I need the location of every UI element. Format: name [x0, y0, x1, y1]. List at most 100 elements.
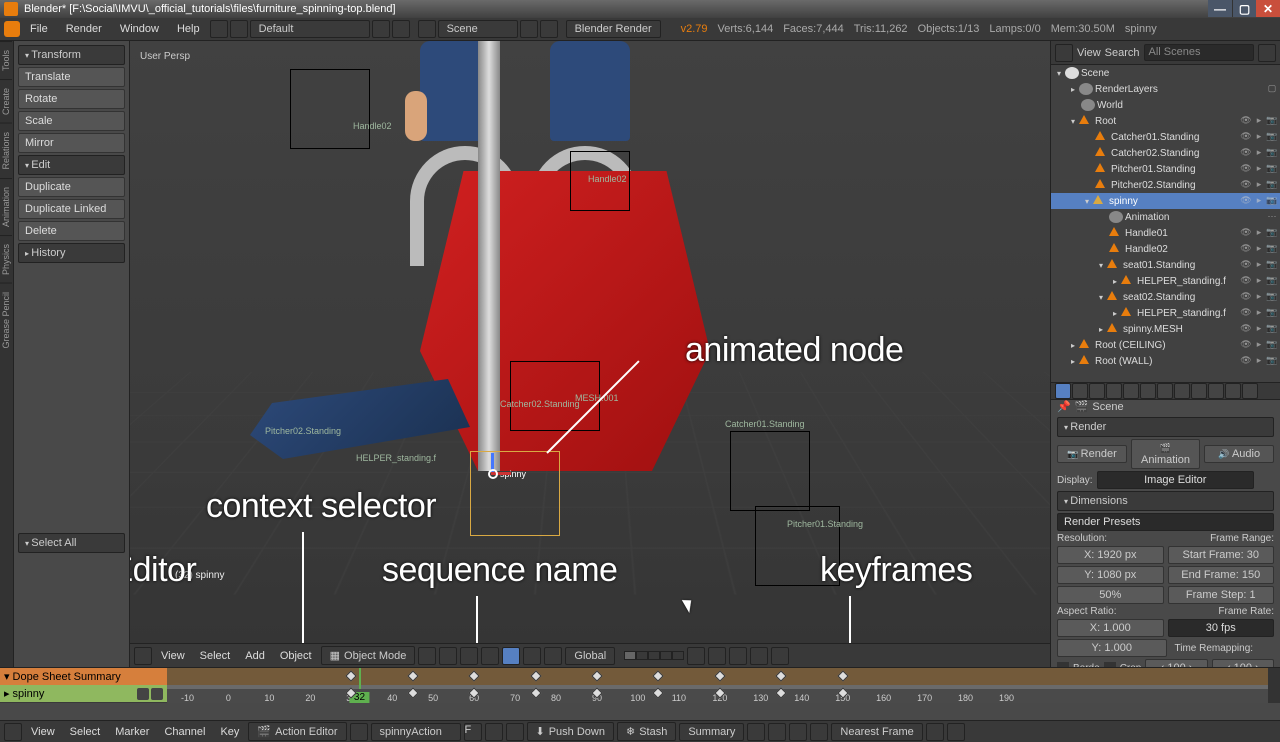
- outliner-filter-dropdown[interactable]: All Scenes: [1144, 44, 1254, 61]
- mode-selector[interactable]: ▦Object Mode: [321, 646, 416, 665]
- menu-view[interactable]: View: [155, 648, 191, 664]
- dope-timeline[interactable]: -100102030405060708090100110120130140150…: [167, 668, 1280, 703]
- border-checkbox[interactable]: [1057, 662, 1069, 667]
- res-x-field[interactable]: X: 1920 px: [1057, 546, 1164, 564]
- snap-icon[interactable]: [708, 647, 726, 665]
- action-name-field[interactable]: spinnyAction: [371, 723, 461, 741]
- scene-tab-icon[interactable]: [1089, 383, 1105, 399]
- layers-icon[interactable]: [460, 647, 478, 665]
- scale-button[interactable]: Scale: [18, 111, 125, 131]
- mirror-button[interactable]: Mirror: [18, 133, 125, 153]
- push-down-button[interactable]: ⬇Push Down: [527, 722, 614, 741]
- duplicate-linked-button[interactable]: Duplicate Linked: [18, 199, 125, 219]
- outliner-tree[interactable]: ▾Scene ▸RenderLayers▢ World ▾Root👁▸📷 Cat…: [1051, 65, 1280, 382]
- tab-create[interactable]: Create: [0, 79, 12, 123]
- modifiers-tab-icon[interactable]: [1157, 383, 1173, 399]
- pin-icon[interactable]: 📌: [1057, 400, 1071, 413]
- rotate-button[interactable]: Rotate: [18, 89, 125, 109]
- menu-render[interactable]: Render: [58, 21, 110, 37]
- scale-manip-icon[interactable]: [544, 647, 562, 665]
- menu-object[interactable]: Object: [274, 648, 318, 664]
- outliner-view[interactable]: View: [1077, 47, 1101, 59]
- translate-manip-icon[interactable]: [502, 647, 520, 665]
- res-y-field[interactable]: Y: 1080 px: [1057, 566, 1164, 584]
- particles-tab-icon[interactable]: [1225, 383, 1241, 399]
- render-tab-icon[interactable]: [1055, 383, 1071, 399]
- dimensions-panel-header[interactable]: Dimensions: [1057, 491, 1274, 511]
- data-tab-icon[interactable]: [1174, 383, 1190, 399]
- editor-type-icon[interactable]: [4, 723, 22, 741]
- menu-help[interactable]: Help: [169, 21, 208, 37]
- proportional-icon[interactable]: [789, 723, 807, 741]
- tab-animation[interactable]: Animation: [0, 178, 12, 235]
- menu-add[interactable]: Add: [239, 648, 271, 664]
- add-action-icon[interactable]: [485, 723, 503, 741]
- render-engine-selector[interactable]: Blender Render: [566, 20, 661, 38]
- tab-physics[interactable]: Physics: [0, 235, 12, 283]
- 3d-viewport[interactable]: Handle02 Handle02 Catcher02.Standing Pit…: [130, 41, 1050, 667]
- ghost-icon[interactable]: [768, 723, 786, 741]
- lock-icon[interactable]: [151, 688, 163, 700]
- channel-action[interactable]: ▸spinny: [0, 685, 167, 702]
- scrollbar[interactable]: [1268, 668, 1280, 703]
- remap-old-field[interactable]: ‹ 100 ›: [1145, 659, 1207, 667]
- menu-channel[interactable]: Channel: [158, 724, 211, 740]
- crop-checkbox[interactable]: [1104, 662, 1116, 667]
- screen-layout-icon[interactable]: [230, 20, 248, 38]
- menu-marker[interactable]: Marker: [109, 724, 155, 740]
- transform-header[interactable]: Transform: [18, 45, 125, 65]
- snap-icon[interactable]: [810, 723, 828, 741]
- world-tab-icon[interactable]: [1106, 383, 1122, 399]
- display-dropdown[interactable]: Image Editor: [1097, 471, 1254, 489]
- tab-relations[interactable]: Relations: [0, 123, 12, 178]
- scene-selector[interactable]: Scene: [438, 20, 518, 38]
- manipulator-toggle-icon[interactable]: [481, 647, 499, 665]
- delete-button[interactable]: Delete: [18, 221, 125, 241]
- fake-user-button[interactable]: F: [464, 723, 482, 741]
- animation-button[interactable]: Animation: [1131, 439, 1201, 469]
- frame-step-field[interactable]: Frame Step: 1: [1168, 586, 1275, 604]
- add-scene-icon[interactable]: [520, 20, 538, 38]
- manipulator-icon[interactable]: [480, 461, 504, 485]
- close-button[interactable]: ✕: [1256, 0, 1280, 17]
- delete-scene-icon[interactable]: [540, 20, 558, 38]
- render-layers-tab-icon[interactable]: [1072, 383, 1088, 399]
- filter-icon[interactable]: [747, 723, 765, 741]
- maximize-button[interactable]: ▢: [1232, 0, 1256, 17]
- lock-icon[interactable]: [1258, 472, 1274, 488]
- mute-icon[interactable]: [137, 688, 149, 700]
- menu-file[interactable]: File: [22, 21, 56, 37]
- edit-header[interactable]: Edit: [18, 155, 125, 175]
- menu-select[interactable]: Select: [194, 648, 237, 664]
- proportional-icon[interactable]: [687, 647, 705, 665]
- layer-buttons[interactable]: [624, 651, 684, 660]
- tab-greasepencil[interactable]: Grease Pencil: [0, 283, 12, 357]
- render-panel-header[interactable]: Render: [1057, 417, 1274, 437]
- pivot-icon[interactable]: [439, 647, 457, 665]
- start-frame-field[interactable]: Start Frame: 30: [1168, 546, 1275, 564]
- playhead[interactable]: [359, 668, 361, 689]
- audio-button[interactable]: Audio: [1204, 445, 1274, 463]
- screen-layout-selector[interactable]: Default: [250, 20, 370, 38]
- tab-tools[interactable]: Tools: [0, 41, 12, 79]
- remap-new-field[interactable]: ‹ 100 ›: [1212, 659, 1274, 667]
- channel-summary[interactable]: ▾Dope Sheet Summary: [0, 668, 167, 685]
- orientation-selector[interactable]: Global: [565, 647, 615, 665]
- res-percent-field[interactable]: 50%: [1057, 586, 1164, 604]
- history-header[interactable]: History: [18, 243, 125, 263]
- fps-dropdown[interactable]: 30 fps: [1168, 619, 1275, 637]
- last-operator-panel[interactable]: Select All: [18, 533, 125, 553]
- opengl-anim-icon[interactable]: [771, 647, 789, 665]
- delete-layout-icon[interactable]: [392, 20, 410, 38]
- action-browse-icon[interactable]: [350, 723, 368, 741]
- duplicate-button[interactable]: Duplicate: [18, 177, 125, 197]
- shading-icon[interactable]: [418, 647, 436, 665]
- menu-key[interactable]: Key: [214, 724, 245, 740]
- screen-browse-icon[interactable]: [210, 20, 228, 38]
- render-button[interactable]: Render: [1057, 445, 1127, 463]
- menu-window[interactable]: Window: [112, 21, 167, 37]
- physics-tab-icon[interactable]: [1242, 383, 1258, 399]
- snap-mode-selector[interactable]: Nearest Frame: [831, 723, 922, 741]
- minimize-button[interactable]: —: [1208, 0, 1232, 17]
- translate-button[interactable]: Translate: [18, 67, 125, 87]
